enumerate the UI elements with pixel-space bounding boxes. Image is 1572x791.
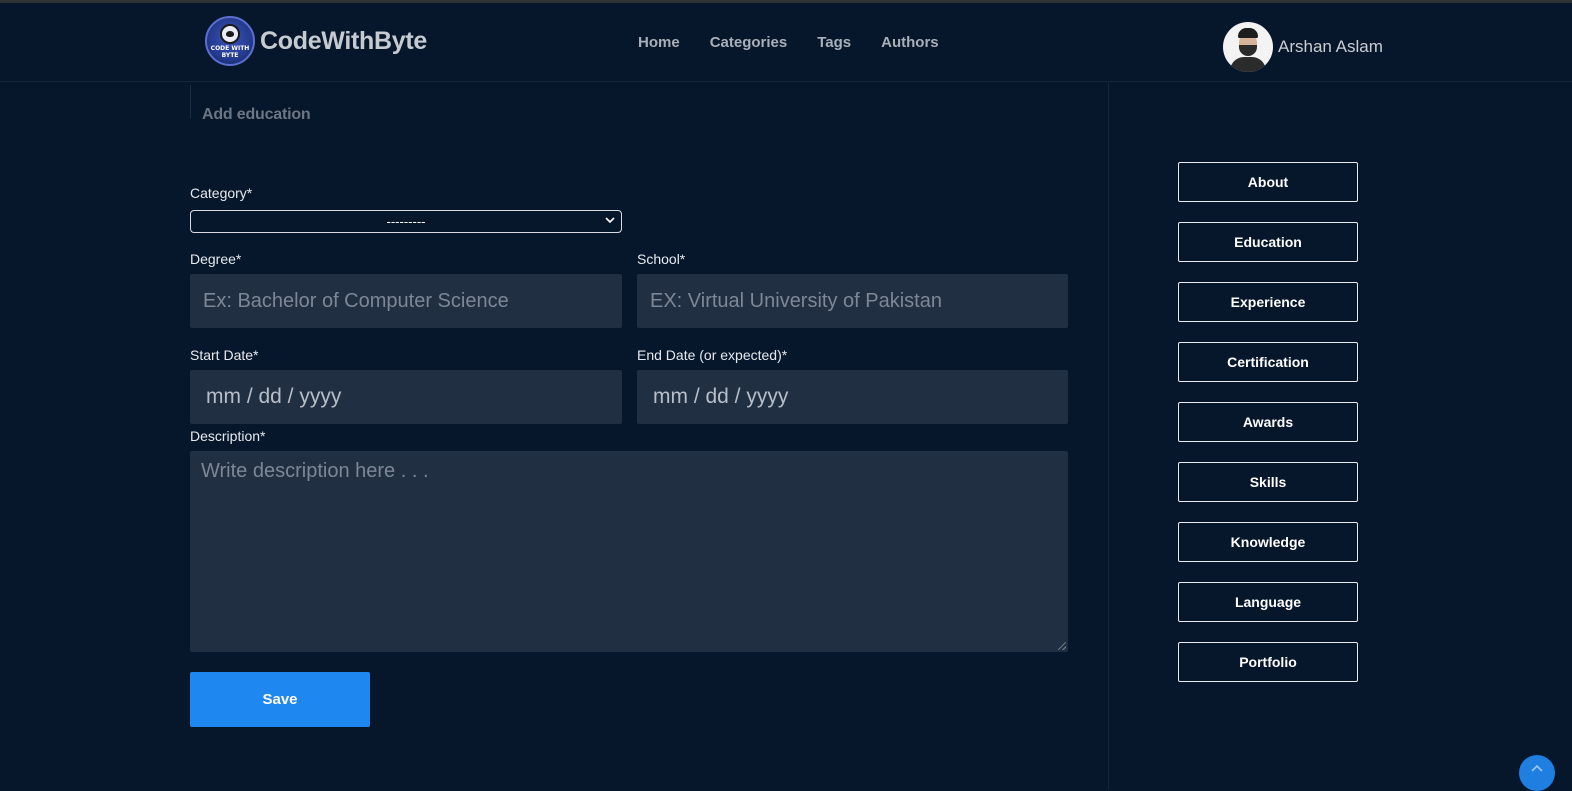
sidebar-item-education[interactable]: Education	[1178, 222, 1358, 262]
degree-input[interactable]: Ex: Bachelor of Computer Science	[190, 274, 622, 328]
category-select[interactable]: ---------	[190, 210, 622, 233]
end-date-input[interactable]: mm / dd / yyyy	[637, 370, 1068, 424]
start-date-placeholder: mm / dd / yyyy	[206, 385, 342, 408]
brand-logo-text: CODE WITH BYTE	[210, 45, 250, 59]
description-placeholder: Write description here . . .	[201, 460, 429, 482]
resize-grip-icon[interactable]	[1058, 642, 1066, 650]
degree-label: Degree*	[190, 251, 242, 267]
save-button[interactable]: Save	[190, 672, 370, 727]
sidebar-item-certification[interactable]: Certification	[1178, 342, 1358, 382]
sidebar-item-language[interactable]: Language	[1178, 582, 1358, 622]
content-divider	[1108, 83, 1109, 789]
brand-name: CodeWithByte	[260, 26, 428, 55]
nav-tags[interactable]: Tags	[817, 34, 851, 51]
sidebar-item-skills[interactable]: Skills	[1178, 462, 1358, 502]
degree-placeholder: Ex: Bachelor of Computer Science	[203, 289, 509, 312]
school-label: School*	[637, 251, 686, 267]
brand[interactable]: CODE WITH BYTE CodeWithByte	[205, 16, 427, 66]
page-title: Add education	[202, 106, 311, 123]
avatar-hair	[1238, 28, 1258, 38]
scroll-top-button[interactable]	[1519, 755, 1555, 791]
avatar-body	[1230, 57, 1266, 72]
sidebar-item-experience[interactable]: Experience	[1178, 282, 1358, 322]
brand-logo: CODE WITH BYTE	[205, 16, 255, 66]
user-menu[interactable]: Arshan Aslam	[1223, 22, 1383, 72]
chevron-up-icon	[1531, 764, 1543, 772]
main-nav: Home Categories Tags Authors	[638, 34, 969, 51]
section-title-block: Add education	[190, 85, 311, 123]
start-date-label: Start Date*	[190, 347, 259, 363]
description-textarea[interactable]: Write description here . . .	[190, 451, 1068, 652]
avatar	[1223, 22, 1273, 72]
nav-authors[interactable]: Authors	[881, 34, 939, 51]
nav-home[interactable]: Home	[638, 34, 680, 51]
category-label: Category*	[190, 185, 253, 201]
description-label: Description*	[190, 428, 266, 444]
school-placeholder: EX: Virtual University of Pakistan	[650, 289, 942, 312]
avatar-beard	[1239, 45, 1257, 56]
sidebar-item-awards[interactable]: Awards	[1178, 402, 1358, 442]
sidebar-item-portfolio[interactable]: Portfolio	[1178, 642, 1358, 682]
chevron-down-icon	[605, 217, 615, 224]
navbar: CODE WITH BYTE CodeWithByte Home Categor…	[0, 3, 1572, 82]
lion-icon	[220, 24, 240, 44]
sidebar-item-knowledge[interactable]: Knowledge	[1178, 522, 1358, 562]
end-date-label: End Date (or expected)*	[637, 347, 788, 363]
end-date-placeholder: mm / dd / yyyy	[653, 385, 789, 408]
user-name: Arshan Aslam	[1278, 37, 1383, 56]
sidebar-item-about[interactable]: About	[1178, 162, 1358, 202]
nav-categories[interactable]: Categories	[710, 34, 788, 51]
school-input[interactable]: EX: Virtual University of Pakistan	[637, 274, 1068, 328]
start-date-input[interactable]: mm / dd / yyyy	[190, 370, 622, 424]
category-selected-value: ---------	[386, 214, 426, 229]
